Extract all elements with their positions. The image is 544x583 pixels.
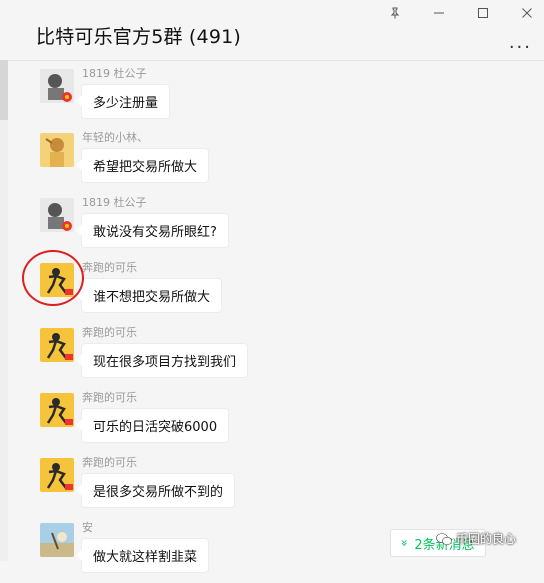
avatar-kele[interactable] (40, 393, 74, 427)
sender-name: 1819 杜公子 (82, 196, 147, 209)
message-bubble[interactable]: 是很多交易所做不到的 (75, 474, 235, 507)
maximize-icon[interactable] (474, 4, 492, 22)
minimize-icon[interactable] (430, 4, 448, 22)
avatar-an[interactable] (40, 523, 74, 557)
window-controls (386, 4, 536, 22)
avatar-1819[interactable] (40, 198, 74, 232)
message-item: 奔跑的可乐 可乐的日活突破6000 (0, 389, 544, 453)
message-bubble[interactable]: 可乐的日活突破6000 (75, 409, 229, 442)
sender-name: 奔跑的可乐 (82, 391, 137, 404)
message-item: 奔跑的可乐 现在很多项目方找到我们 (0, 324, 544, 388)
sender-name: 安 (82, 521, 93, 534)
watermark: 币圈的良心 (436, 530, 516, 547)
message-bubble[interactable]: 谁不想把交易所做大 (75, 279, 222, 312)
message-bubble[interactable]: 多少注册量 (75, 85, 170, 118)
sender-name: 奔跑的可乐 (82, 456, 137, 469)
message-list[interactable]: 1819 杜公子 多少注册量 年轻的小林、 希望把交易所做大 1819 杜公子 … (0, 60, 544, 572)
chat-title: 比特可乐官方5群 (491) (36, 26, 242, 48)
sender-name: 奔跑的可乐 (82, 326, 137, 339)
message-bubble[interactable]: 做大就这样割韭菜 (75, 539, 209, 572)
pin-icon[interactable] (386, 4, 404, 22)
message-item: 年轻的小林、 希望把交易所做大 (0, 129, 544, 193)
message-bubble[interactable]: 现在很多项目方找到我们 (75, 344, 248, 377)
avatar-1819[interactable] (40, 69, 74, 103)
wechat-logo-icon (436, 532, 452, 545)
avatar-kele[interactable] (40, 458, 74, 492)
sender-name: 奔跑的可乐 (82, 261, 137, 274)
sender-name: 1819 杜公子 (82, 67, 147, 80)
message-bubble[interactable]: 敢说没有交易所眼红? (76, 214, 228, 247)
sender-name: 年轻的小林、 (82, 131, 148, 144)
avatar-xiaolin[interactable] (40, 133, 74, 167)
highlight-circle (22, 250, 84, 306)
close-icon[interactable] (518, 4, 536, 22)
message-item: 1819 杜公子 多少注册量 (0, 65, 544, 129)
chevron-down-icon: » (397, 539, 412, 547)
avatar-kele[interactable] (40, 328, 74, 362)
message-bubble[interactable]: 希望把交易所做大 (75, 149, 209, 182)
more-options-button[interactable]: ... (509, 32, 532, 53)
message-item: 1819 杜公子 敢说没有交易所眼红? (0, 194, 544, 258)
message-item: 奔跑的可乐 是很多交易所做不到的 (0, 454, 544, 518)
watermark-text: 币圈的良心 (456, 532, 517, 546)
